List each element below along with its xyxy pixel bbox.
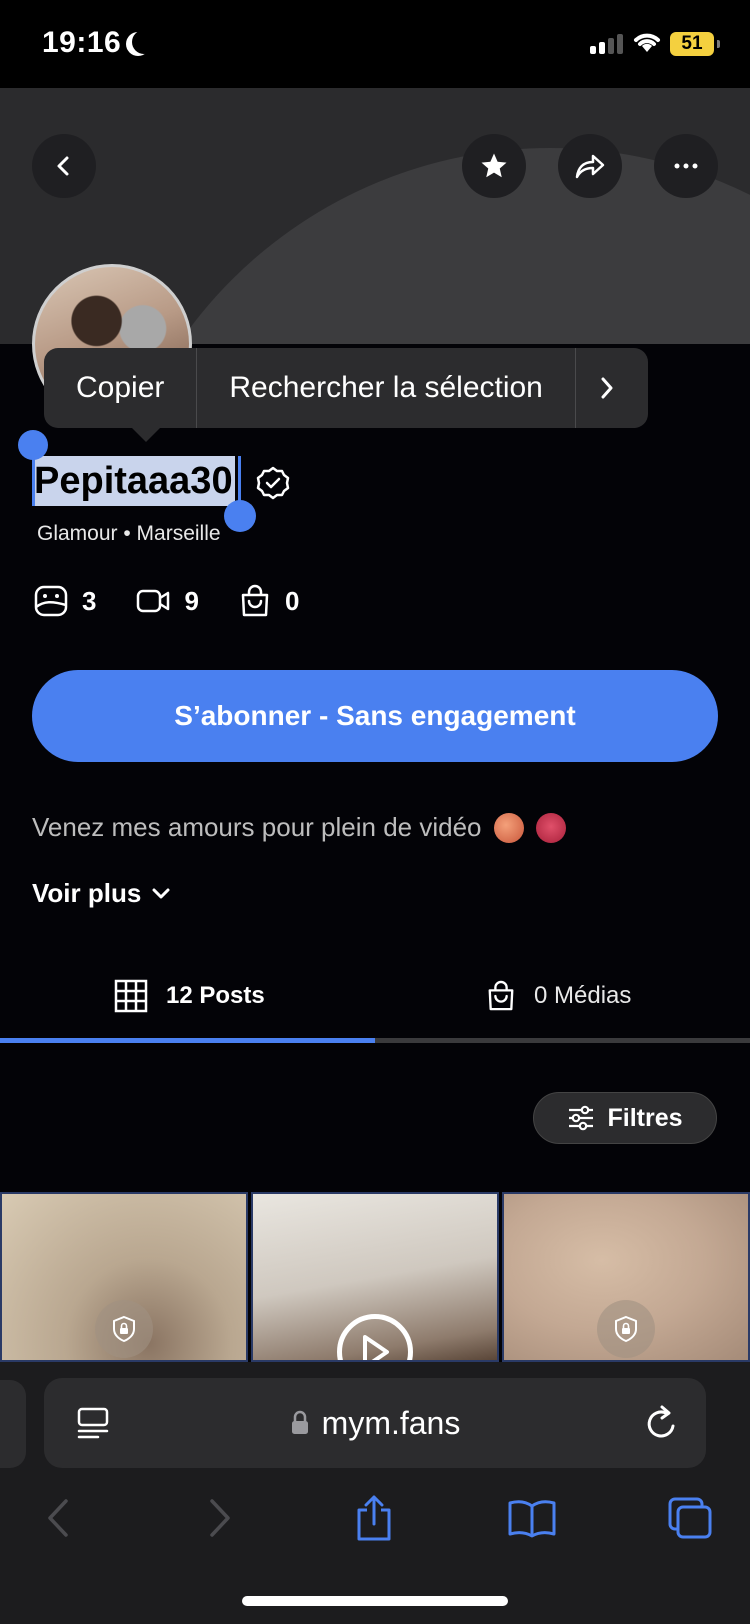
open-book-icon [508, 1500, 556, 1538]
browser-chrome: mym.fans [0, 1362, 750, 1624]
video-count-value: 9 [184, 585, 199, 616]
lock-icon [291, 1410, 308, 1434]
video-count: 9 [136, 584, 199, 618]
purchase-count-value: 0 [284, 585, 300, 616]
profile-stats: 3 9 0 [34, 584, 299, 618]
post-thumbnail[interactable] [251, 1192, 499, 1362]
post-thumbnail[interactable] [502, 1192, 750, 1362]
share-arrow-icon [575, 154, 605, 179]
video-play-badge [337, 1314, 413, 1360]
cellular-signal-icon [590, 34, 624, 54]
video-icon [137, 589, 170, 613]
url-display: mym.fans [44, 1378, 706, 1468]
grid-icon [114, 979, 148, 1013]
selection-handle-start[interactable] [18, 430, 48, 460]
status-bar: 19:16 51 [0, 0, 750, 88]
browser-back-button[interactable] [28, 1488, 88, 1548]
status-time: 19:16 [42, 26, 122, 59]
star-icon [481, 153, 507, 178]
shopping-bag-icon [488, 980, 514, 1011]
previous-tab-peek[interactable] [0, 1380, 26, 1468]
tab-medias[interactable]: 0 Médias [486, 956, 631, 1036]
profile-bio: Venez mes amours pour plein de vidéo [32, 812, 566, 843]
tabs-icon [668, 1497, 712, 1539]
play-icon [363, 1335, 389, 1360]
selection-caret-end [238, 456, 241, 506]
share-button[interactable] [558, 134, 622, 198]
menu-next-button[interactable] [576, 348, 638, 428]
verified-badge-icon [256, 466, 290, 500]
tab-posts-label: 12 Posts [166, 982, 265, 1009]
ellipsis-icon [674, 163, 698, 169]
posts-grid [0, 1192, 750, 1362]
tab-posts[interactable]: 12 Posts [114, 956, 265, 1036]
photo-icon [34, 585, 68, 617]
browser-forward-button[interactable] [190, 1488, 250, 1548]
bookmarks-button[interactable] [502, 1488, 562, 1548]
selection-caret-start [32, 456, 35, 506]
tab-underline-active [0, 1038, 375, 1043]
sliders-icon [569, 1105, 594, 1131]
chevron-down-icon [152, 888, 170, 898]
content-tabs: 12 Posts 0 Médias [0, 956, 750, 1044]
do-not-disturb-moon-icon [132, 30, 156, 54]
photo-count-value: 3 [82, 585, 97, 616]
text-selection-menu: Copier Rechercher la sélection [44, 348, 648, 442]
tab-medias-label: 0 Médias [534, 982, 632, 1009]
reload-icon[interactable] [644, 1404, 680, 1442]
home-indicator [242, 1596, 508, 1606]
wifi-icon [634, 33, 660, 52]
filters-label: Filtres [607, 1103, 683, 1132]
chevron-right-icon [210, 1499, 230, 1537]
locked-badge [95, 1300, 153, 1358]
locked-badge [597, 1300, 655, 1358]
share-icon [357, 1495, 391, 1541]
see-more-label: Voir plus [32, 878, 142, 908]
profile-category-location: Glamour • Marseille [37, 522, 221, 545]
post-thumbnail[interactable] [0, 1192, 248, 1362]
photo-count: 3 [34, 584, 96, 618]
tabs-overview-button[interactable] [660, 1488, 720, 1548]
url-text: mym.fans [321, 1404, 461, 1441]
search-selection-menu-item[interactable]: Rechercher la sélection [197, 348, 575, 428]
browser-toolbar [0, 1488, 750, 1568]
copy-menu-item[interactable]: Copier [44, 348, 196, 428]
chevron-right-icon [601, 377, 613, 399]
chevron-left-icon [57, 156, 69, 176]
selection-handle-end[interactable] [224, 500, 256, 532]
battery-indicator: 51 [670, 32, 720, 56]
filters-button[interactable]: Filtres [533, 1092, 717, 1144]
purchase-count: 0 [239, 584, 299, 618]
see-more-button[interactable]: Voir plus [32, 878, 171, 909]
profile-username[interactable]: Pepitaaa30 [32, 456, 235, 506]
lock-shield-icon [615, 1315, 637, 1343]
shopping-bag-icon [241, 584, 269, 617]
peach-emoji-icon [493, 812, 524, 843]
favorite-button[interactable] [462, 134, 526, 198]
lock-shield-icon [113, 1315, 135, 1343]
chevron-left-icon [48, 1499, 68, 1537]
back-button[interactable] [32, 134, 96, 198]
more-options-button[interactable] [654, 134, 718, 198]
subscribe-button[interactable]: S’abonner - Sans engagement [32, 670, 718, 762]
bio-text: Venez mes amours pour plein de vidéo [32, 812, 482, 842]
address-bar[interactable]: mym.fans [44, 1378, 706, 1468]
browser-share-button[interactable] [344, 1488, 404, 1548]
devil-face-emoji-icon [535, 812, 566, 843]
cover-decoration [100, 148, 750, 344]
